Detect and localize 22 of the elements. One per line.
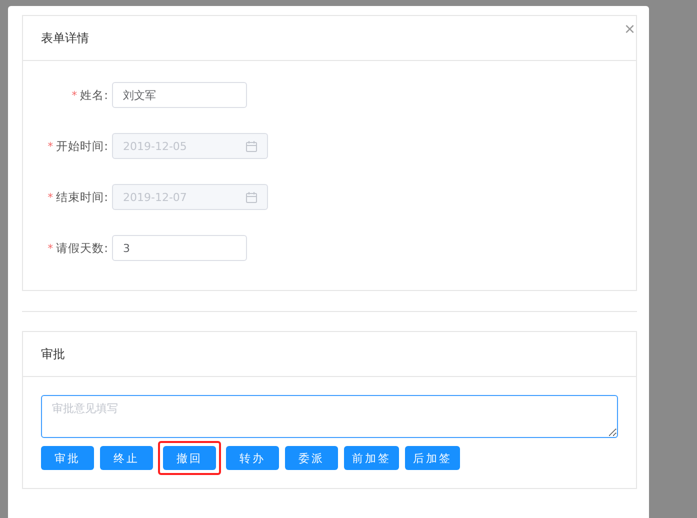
field-label: 开始时间: xyxy=(56,138,108,154)
required-mark: * xyxy=(72,88,78,102)
required-mark: * xyxy=(48,242,54,254)
field-label: 请假天数: xyxy=(56,240,108,256)
field-label: 结束时间: xyxy=(56,190,108,204)
required-mark: * xyxy=(48,190,54,204)
card-title: 审批 xyxy=(23,332,636,377)
action-button[interactable]: 转办 xyxy=(226,446,279,470)
calendar-icon xyxy=(246,192,257,202)
calendar-icon xyxy=(246,140,257,152)
required-mark: * xyxy=(48,140,54,152)
action-button[interactable]: 后加签 xyxy=(405,446,460,470)
action-button[interactable]: 终止 xyxy=(100,446,153,470)
action-button[interactable]: 前加签 xyxy=(344,446,399,470)
action-button[interactable]: 审批 xyxy=(41,446,94,470)
input-field[interactable]: 刘文军 xyxy=(112,82,247,108)
field-label: 姓名: xyxy=(80,88,108,102)
comment-field[interactable]: 审批意见填写 xyxy=(41,395,618,438)
close-button[interactable]: × xyxy=(624,20,635,38)
action-button[interactable]: 撤回 xyxy=(163,446,216,470)
action-button[interactable]: 委派 xyxy=(285,446,338,470)
input-field[interactable]: 3 xyxy=(112,235,247,261)
